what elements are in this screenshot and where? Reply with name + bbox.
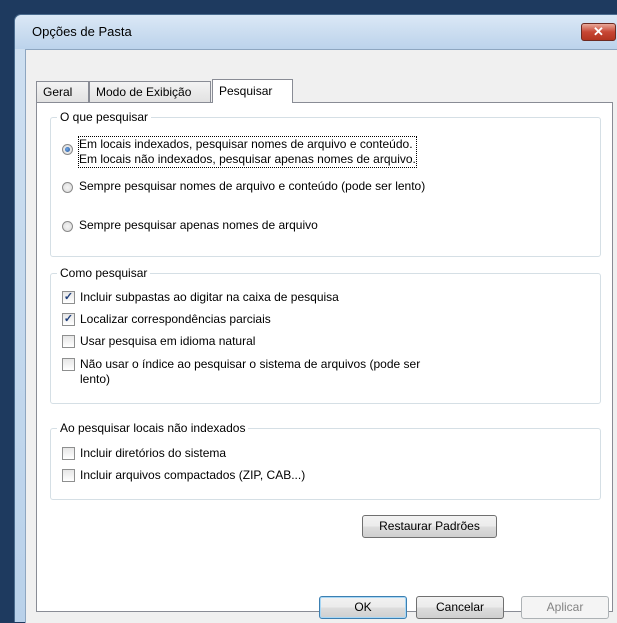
close-button[interactable]: ✕ [581, 23, 616, 41]
group-title-non-indexed: Ao pesquisar locais não indexados [57, 421, 249, 435]
checkbox-include-subfolders[interactable]: ✓ [62, 291, 75, 304]
checkbox-system-dirs[interactable] [62, 447, 75, 460]
check-icon: ✓ [63, 313, 74, 325]
apply-button[interactable]: Aplicar [521, 596, 609, 619]
radio-indexed-content[interactable] [62, 144, 73, 155]
title-bar[interactable]: Opções de Pasta ✕ [15, 15, 617, 49]
cancel-button[interactable]: Cancelar [416, 596, 504, 619]
checkbox-no-index-label[interactable]: Não usar o índice ao pesquisar o sistema… [80, 357, 440, 387]
checkbox-partial-matches[interactable]: ✓ [62, 313, 75, 326]
checkbox-no-index[interactable] [62, 358, 75, 371]
checkbox-compressed-files[interactable] [62, 469, 75, 482]
checkbox-compressed-files-label[interactable]: Incluir arquivos compactados (ZIP, CAB..… [80, 468, 305, 483]
folder-options-window: Opções de Pasta ✕ Geral Modo de Exibição… [14, 14, 617, 623]
ok-button[interactable]: OK [319, 596, 407, 619]
restore-defaults-button[interactable]: Restaurar Padrões [362, 515, 497, 538]
window-title: Opções de Pasta [32, 24, 132, 39]
group-title-how-to-search: Como pesquisar [57, 266, 151, 280]
group-title-what-to-search: O que pesquisar [57, 110, 152, 124]
group-non-indexed: Ao pesquisar locais não indexados [50, 421, 601, 500]
checkbox-natural-language-label[interactable]: Usar pesquisa em idioma natural [80, 334, 255, 349]
close-icon: ✕ [593, 24, 604, 39]
radio-always-names-label[interactable]: Sempre pesquisar apenas nomes de arquivo [79, 218, 318, 233]
check-icon: ✓ [63, 291, 74, 303]
tab-view[interactable]: Modo de Exibição [89, 81, 211, 102]
checkbox-partial-matches-label[interactable]: Localizar correspondências parciais [80, 312, 271, 327]
checkbox-include-subfolders-label[interactable]: Incluir subpastas ao digitar na caixa de… [80, 290, 339, 305]
checkbox-natural-language[interactable] [62, 335, 75, 348]
radio-always-content-label[interactable]: Sempre pesquisar nomes de arquivo e cont… [79, 179, 425, 194]
dialog-client: Geral Modo de Exibição Pesquisar O que p… [25, 49, 617, 623]
tab-panel-search: O que pesquisar Em locais indexados, pes… [36, 102, 613, 612]
checkbox-system-dirs-label[interactable]: Incluir diretórios do sistema [80, 446, 226, 461]
radio-always-content[interactable] [62, 182, 73, 193]
tab-general[interactable]: Geral [36, 81, 89, 102]
tab-search[interactable]: Pesquisar [212, 79, 293, 103]
radio-always-names[interactable] [62, 221, 73, 232]
radio-indexed-content-label[interactable]: Em locais indexados, pesquisar nomes de … [78, 136, 417, 168]
